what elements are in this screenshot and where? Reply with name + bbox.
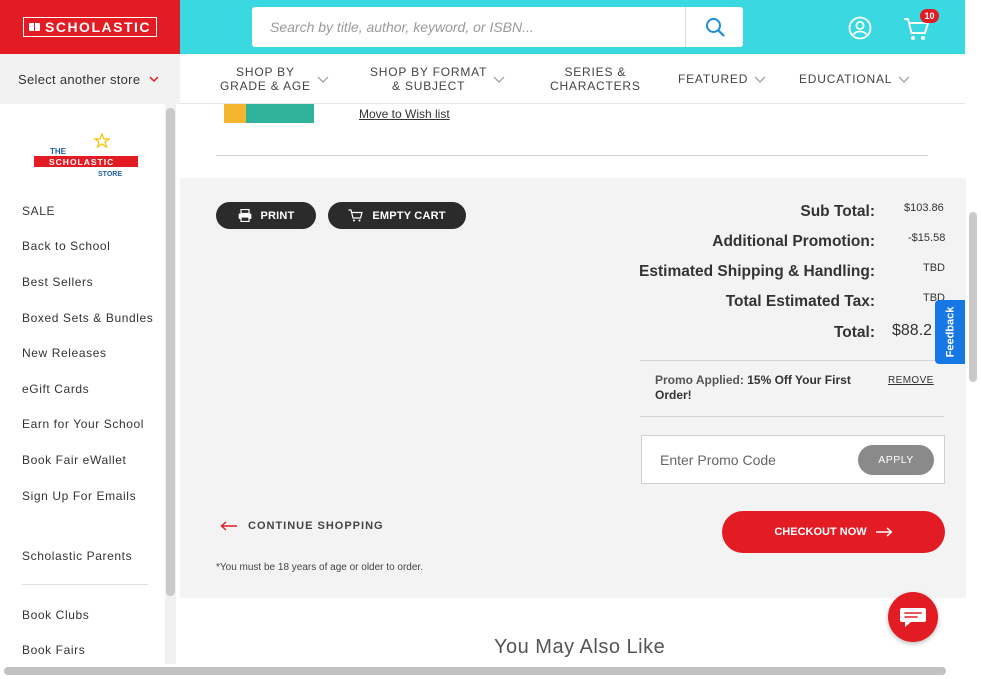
chevron-down-icon (754, 76, 766, 83)
horizontal-scrollbar[interactable] (4, 667, 946, 675)
nav-label: EDUCATIONAL (799, 72, 893, 86)
sidebar-item-boxed-sets[interactable]: Boxed Sets & Bundles (22, 311, 153, 325)
sidebar-item-scholastic-parents[interactable]: Scholastic Parents (22, 549, 132, 563)
sidebar: THE SCHOLASTIC STORE SALE Back to School… (0, 104, 180, 664)
nav-label: SERIES & CHARACTERS (550, 65, 641, 93)
cart-count-badge: 10 (920, 9, 939, 23)
apply-promo-button[interactable]: APPLY (858, 445, 934, 475)
sidebar-item-earn-for-school[interactable]: Earn for Your School (22, 417, 144, 431)
promo-code-input[interactable] (660, 448, 850, 472)
continue-shopping-link[interactable]: CONTINUE SHOPPING (220, 520, 384, 532)
shipping-label: Estimated Shipping & Handling: (639, 263, 875, 280)
sidebar-item-back-to-school[interactable]: Back to School (22, 239, 110, 253)
chat-icon (900, 608, 926, 627)
main-nav: SHOP BY GRADE & AGE SHOP BY FORMAT & SUBJE… (180, 54, 965, 104)
total-value: $88.2 (892, 322, 933, 339)
chevron-down-icon (493, 76, 505, 83)
promo-code-form: APPLY (641, 435, 945, 484)
chevron-down-icon (317, 76, 329, 83)
sidebar-item-sale[interactable]: SALE (22, 204, 55, 218)
divider (640, 416, 944, 417)
additional-promotion-label: Additional Promotion: (712, 233, 875, 250)
shipping-value: TBD (923, 262, 945, 274)
tax-label: Total Estimated Tax: (725, 293, 875, 310)
nav-label: SHOP BY GRADE & AGE (220, 65, 311, 93)
chevron-down-icon (898, 76, 910, 83)
continue-shopping-label: CONTINUE SHOPPING (248, 520, 384, 532)
nav-shop-by-format-subject[interactable]: SHOP BY FORMAT & SUBJECT (370, 54, 505, 104)
empty-cart-button[interactable]: EMPTY CART (328, 202, 466, 229)
arrow-left-icon (220, 521, 237, 531)
sidebar-item-egift-cards[interactable]: eGift Cards (22, 382, 89, 396)
print-button[interactable]: PRINT (216, 202, 316, 229)
account-icon[interactable] (848, 16, 872, 40)
print-label: PRINT (260, 209, 295, 222)
subtotal-label: Sub Total: (800, 203, 875, 220)
cart-icon (348, 209, 364, 222)
nav-label: FEATURED (678, 72, 749, 86)
sidebar-item-new-releases[interactable]: New Releases (22, 346, 107, 360)
apply-label: APPLY (878, 454, 914, 466)
sidebar-scrollbar[interactable] (166, 108, 175, 596)
store-select-dropdown[interactable]: Select another store (0, 54, 180, 104)
product-thumbnail-accent (224, 104, 246, 123)
search-box (252, 7, 743, 47)
book-icon (29, 23, 40, 31)
logo-text: SCHOLASTIC (45, 19, 151, 35)
sidebar-item-book-fair-ewallet[interactable]: Book Fair eWallet (22, 453, 126, 467)
chat-button[interactable] (888, 592, 938, 642)
additional-promotion-value: -$15.58 (908, 232, 946, 244)
age-disclaimer: *You must be 18 years of age or older to… (216, 562, 423, 573)
scholastic-logo[interactable]: SCHOLASTIC (0, 0, 180, 54)
nav-educational[interactable]: EDUCATIONAL (799, 54, 910, 104)
empty-cart-label: EMPTY CART (372, 209, 446, 222)
sidebar-item-sign-up-emails[interactable]: Sign Up For Emails (22, 489, 136, 503)
checkout-label: CHECKOUT NOW (774, 526, 867, 538)
arrow-right-icon (875, 527, 893, 537)
logo-wordmark: SCHOLASTIC (23, 17, 157, 37)
chevron-down-icon (149, 75, 159, 82)
feedback-label: Feedback (944, 306, 956, 358)
printer-icon (238, 209, 251, 222)
store-select-label: Select another store (18, 71, 141, 87)
subtotal-value: $103.86 (904, 202, 944, 214)
search-icon (705, 18, 725, 37)
nav-series-characters[interactable]: SERIES & CHARACTERS (550, 54, 641, 104)
store-logo-line3: STORE (98, 171, 122, 178)
you-may-also-like-heading: You May Also Like (494, 636, 666, 658)
promo-applied-key: Promo Applied: (655, 373, 744, 387)
search-button[interactable] (685, 7, 743, 47)
nav-label: SHOP BY FORMAT & SUBJECT (370, 65, 488, 93)
header-bar: 10 (180, 0, 965, 54)
divider (640, 360, 944, 361)
sidebar-item-book-fairs[interactable]: Book Fairs (22, 643, 85, 657)
feedback-tab[interactable]: Feedback (935, 300, 965, 364)
item-divider (216, 155, 928, 156)
sidebar-divider (22, 584, 148, 585)
checkout-now-button[interactable]: CHECKOUT NOW (722, 511, 945, 553)
promo-applied-text: Promo Applied: 15% Off Your First Order! (655, 373, 865, 403)
order-summary: PRINT EMPTY CART Sub Total: $103.86 Addi… (180, 178, 966, 598)
scholastic-store-logo[interactable]: THE SCHOLASTIC STORE (30, 132, 140, 184)
store-logo-line2: SCHOLASTIC (49, 157, 114, 167)
search-input[interactable] (252, 7, 685, 47)
nav-shop-by-grade-age[interactable]: SHOP BY GRADE & AGE (220, 54, 329, 104)
move-to-wishlist-link[interactable]: Move to Wish list (359, 107, 450, 121)
store-logo-line1: THE (50, 147, 67, 156)
page-scrollbar[interactable] (969, 212, 977, 382)
sidebar-item-book-clubs[interactable]: Book Clubs (22, 608, 89, 622)
remove-promo-link[interactable]: REMOVE (888, 375, 934, 386)
total-label: Total: (833, 324, 875, 341)
nav-featured[interactable]: FEATURED (678, 54, 766, 104)
sidebar-item-best-sellers[interactable]: Best Sellers (22, 275, 93, 289)
